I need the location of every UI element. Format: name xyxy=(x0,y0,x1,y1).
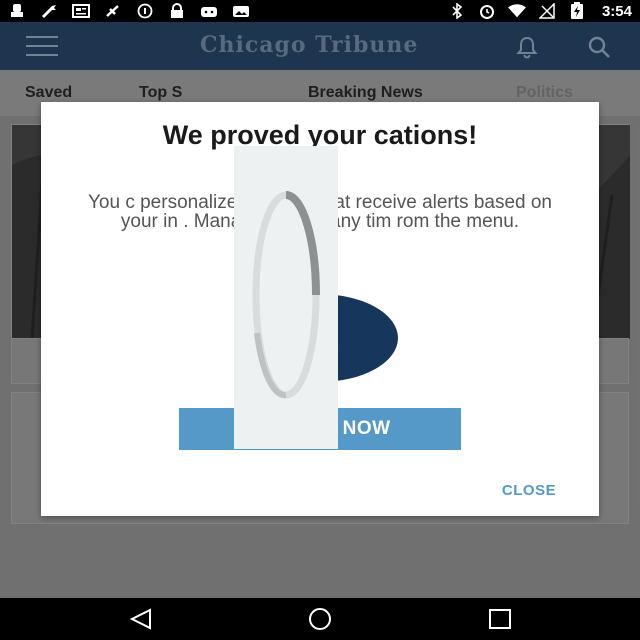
recent-apps-icon[interactable] xyxy=(485,606,515,632)
wifi-icon xyxy=(507,3,526,19)
loading-spinner xyxy=(234,146,338,449)
notification-icon xyxy=(8,3,26,19)
notifications-dialog: We proved your cations! You c personaliz… xyxy=(41,102,599,516)
status-bar: 3:54 xyxy=(0,0,640,22)
battery-charging-icon xyxy=(568,2,586,19)
no-signal-icon xyxy=(538,3,556,19)
android-icon xyxy=(200,3,218,19)
close-button[interactable]: CLOSE xyxy=(489,482,569,504)
lock-icon xyxy=(168,3,186,19)
news-icon xyxy=(72,3,90,19)
status-left-icons xyxy=(8,3,448,19)
photo-icon xyxy=(232,3,250,19)
bluetooth-icon xyxy=(448,3,466,19)
home-icon[interactable] xyxy=(305,606,335,632)
spinner-icon xyxy=(252,190,320,398)
satellite-icon xyxy=(104,3,122,19)
system-nav-bar xyxy=(0,598,640,640)
back-icon[interactable] xyxy=(126,606,156,632)
status-right-icons: 3:54 xyxy=(448,2,632,20)
alarm-icon xyxy=(478,3,496,19)
clock-time: 3:54 xyxy=(601,2,632,20)
wrench-icon xyxy=(40,3,58,19)
circle-info-icon xyxy=(136,3,154,19)
